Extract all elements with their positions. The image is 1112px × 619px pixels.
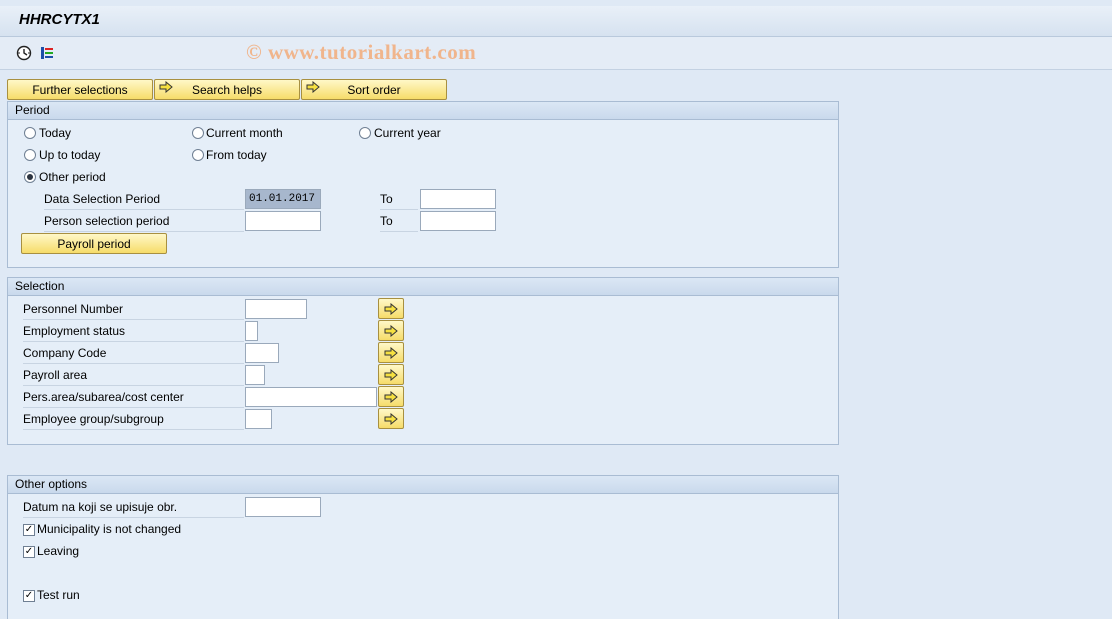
sort-order-label: Sort order [347, 82, 401, 97]
arrow-right-icon [384, 302, 398, 315]
person-selection-to-input[interactable] [420, 211, 496, 231]
municipality-checkbox[interactable]: ✓ [23, 524, 35, 536]
radio-current-month[interactable] [192, 127, 204, 139]
company-code-input[interactable] [245, 343, 279, 363]
radio-other-period[interactable] [24, 171, 36, 183]
leaving-checkbox[interactable]: ✓ [23, 546, 35, 558]
personnel-number-multiselect-button[interactable] [378, 298, 404, 319]
payroll-area-multiselect-button[interactable] [378, 364, 404, 385]
page-title: HHRCYTX1 [19, 11, 100, 28]
arrow-right-icon [159, 80, 173, 96]
company-code-multiselect-button[interactable] [378, 342, 404, 363]
radio-current-year[interactable] [359, 127, 371, 139]
datum-label: Datum na koji se upisuje obr. [23, 500, 244, 518]
person-selection-from-input[interactable] [245, 211, 321, 231]
selection-header: Selection [8, 278, 838, 296]
personnel-number-label: Personnel Number [23, 302, 244, 320]
arrow-right-icon [306, 80, 320, 96]
pers-area-multiselect-button[interactable] [378, 386, 404, 407]
payroll-area-input[interactable] [245, 365, 265, 385]
person-selection-to-label: To [380, 214, 418, 232]
personnel-number-input[interactable] [245, 299, 307, 319]
arrow-right-icon [384, 412, 398, 425]
employment-status-multiselect-button[interactable] [378, 320, 404, 341]
company-code-label: Company Code [23, 346, 244, 364]
sort-order-button[interactable]: Sort order [301, 79, 447, 100]
radio-from-today[interactable] [192, 149, 204, 161]
municipality-label: Municipality is not changed [37, 522, 182, 536]
arrow-right-icon [384, 390, 398, 403]
pers-area-label: Pers.area/subarea/cost center [23, 390, 244, 408]
execute-clock-icon[interactable] [15, 44, 33, 62]
search-helps-label: Search helps [191, 82, 263, 97]
employee-group-input[interactable] [245, 409, 272, 429]
variant-list-icon[interactable] [38, 44, 56, 62]
data-selection-period-label: Data Selection Period [44, 192, 244, 210]
datum-input[interactable] [245, 497, 321, 517]
period-header: Period [8, 102, 838, 120]
person-selection-period-label: Person selection period [44, 214, 244, 232]
further-selections-button[interactable]: Further selections [7, 79, 153, 100]
title-bar [0, 6, 1112, 37]
employee-group-multiselect-button[interactable] [378, 408, 404, 429]
other-options-group: Other options [7, 475, 839, 619]
data-selection-from-input[interactable]: 01.01.2017 [245, 189, 321, 209]
arrow-right-icon [384, 324, 398, 337]
data-selection-to-input[interactable] [420, 189, 496, 209]
employee-group-label: Employee group/subgroup [23, 412, 244, 430]
pers-area-input[interactable] [245, 387, 377, 407]
radio-current-month-label: Current month [206, 126, 283, 140]
leaving-label: Leaving [37, 544, 80, 558]
search-helps-button[interactable]: Search helps [154, 79, 300, 100]
data-selection-to-label: To [380, 192, 418, 210]
employment-status-label: Employment status [23, 324, 244, 342]
radio-other-period-label: Other period [39, 170, 106, 184]
other-options-header: Other options [8, 476, 838, 494]
employment-status-input[interactable] [245, 321, 258, 341]
payroll-area-label: Payroll area [23, 368, 244, 386]
payroll-period-button[interactable]: Payroll period [21, 233, 167, 254]
radio-up-to-today-label: Up to today [39, 148, 101, 162]
test-run-checkbox[interactable]: ✓ [23, 590, 35, 602]
arrow-right-icon [384, 368, 398, 381]
radio-from-today-label: From today [206, 148, 267, 162]
watermark: © www.tutorialkart.com [246, 40, 477, 64]
radio-up-to-today[interactable] [24, 149, 36, 161]
application-toolbar [0, 37, 1112, 70]
radio-today-label: Today [39, 126, 72, 140]
test-run-label: Test run [37, 588, 80, 602]
arrow-right-icon [384, 346, 398, 359]
radio-current-year-label: Current year [374, 126, 441, 140]
radio-today[interactable] [24, 127, 36, 139]
